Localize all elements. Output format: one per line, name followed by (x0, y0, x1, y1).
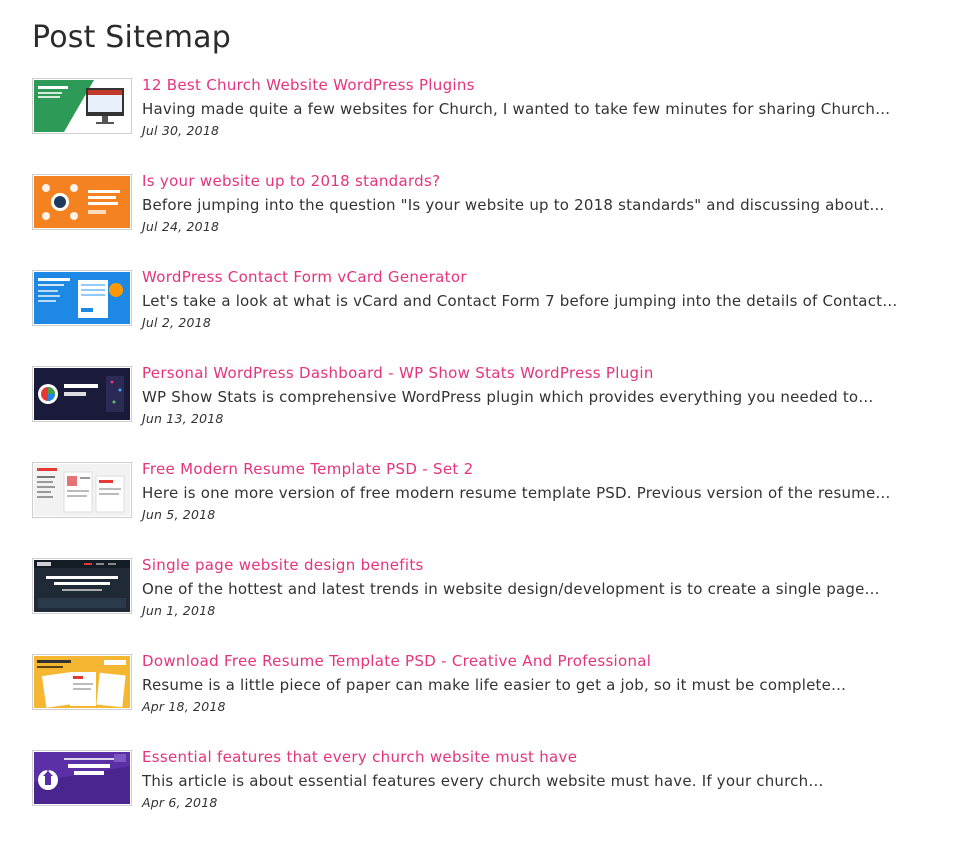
list-item: Single page website design benefits One … (32, 554, 932, 650)
post-date: Jun 1, 2018 (142, 603, 216, 618)
post-excerpt: WP Show Stats is comprehensive WordPress… (142, 388, 874, 406)
resume-template-thumbnail[interactable] (32, 462, 132, 518)
post-excerpt: Before jumping into the question "Is you… (142, 196, 885, 214)
list-item: Is your website up to 2018 standards? Be… (32, 170, 932, 266)
church-features-thumbnail[interactable] (32, 750, 132, 806)
post-date: Apr 6, 2018 (142, 795, 218, 810)
website-standards-thumbnail[interactable] (32, 174, 132, 230)
post-title-link[interactable]: Personal WordPress Dashboard - WP Show S… (142, 363, 922, 383)
wp-show-stats-thumbnail[interactable] (32, 366, 132, 422)
post-title-link[interactable]: WordPress Contact Form vCard Generator (142, 267, 922, 287)
thumbnail-image (34, 176, 130, 228)
post-date: Jun 13, 2018 (142, 411, 224, 426)
post-date: Apr 18, 2018 (142, 699, 226, 714)
post-excerpt: Having made quite a few websites for Chu… (142, 100, 891, 118)
single-page-design-thumbnail[interactable] (32, 558, 132, 614)
post-excerpt: One of the hottest and latest trends in … (142, 580, 880, 598)
list-item: WordPress Contact Form vCard Generator L… (32, 266, 932, 362)
post-title-link[interactable]: 12 Best Church Website WordPress Plugins (142, 75, 922, 95)
post-excerpt: Here is one more version of free modern … (142, 484, 891, 502)
post-title-link[interactable]: Essential features that every church web… (142, 747, 922, 767)
list-item: Essential features that every church web… (32, 746, 932, 842)
post-title-link[interactable]: Single page website design benefits (142, 555, 922, 575)
post-date: Jun 5, 2018 (142, 507, 216, 522)
church-plugins-thumbnail[interactable] (32, 78, 132, 134)
post-date: Jul 30, 2018 (142, 123, 220, 138)
thumbnail-image (34, 464, 130, 516)
thumbnail-image (34, 560, 130, 612)
list-item: Download Free Resume Template PSD - Crea… (32, 650, 932, 746)
thumbnail-image (34, 368, 130, 420)
post-title-link[interactable]: Is your website up to 2018 standards? (142, 171, 922, 191)
post-title-link[interactable]: Free Modern Resume Template PSD - Set 2 (142, 459, 922, 479)
list-item: Personal WordPress Dashboard - WP Show S… (32, 362, 932, 458)
page-title: Post Sitemap (32, 20, 231, 55)
post-excerpt: Resume is a little piece of paper can ma… (142, 676, 847, 694)
post-sitemap-page: Post Sitemap 12 Best Church Website Word… (0, 0, 960, 840)
vcard-generator-thumbnail[interactable] (32, 270, 132, 326)
thumbnail-image (34, 656, 130, 708)
post-excerpt: Let's take a look at what is vCard and C… (142, 292, 898, 310)
post-date: Jul 2, 2018 (142, 315, 211, 330)
post-date: Jul 24, 2018 (142, 219, 220, 234)
list-item: Free Modern Resume Template PSD - Set 2 … (32, 458, 932, 554)
thumbnail-image (34, 272, 130, 324)
creative-resume-thumbnail[interactable] (32, 654, 132, 710)
post-list: 12 Best Church Website WordPress Plugins… (32, 74, 932, 842)
list-item: 12 Best Church Website WordPress Plugins… (32, 74, 932, 170)
thumbnail-image (34, 80, 130, 132)
post-title-link[interactable]: Download Free Resume Template PSD - Crea… (142, 651, 922, 671)
post-excerpt: This article is about essential features… (142, 772, 824, 790)
thumbnail-image (34, 752, 130, 804)
